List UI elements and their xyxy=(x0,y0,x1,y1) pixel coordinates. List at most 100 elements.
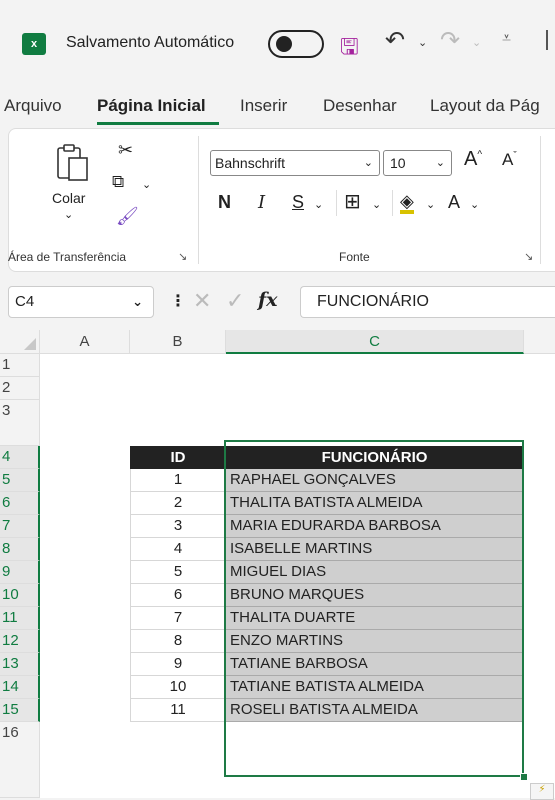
fill-handle[interactable] xyxy=(520,773,528,781)
customize-toolbar-icon[interactable]: ⩡ xyxy=(502,30,511,48)
table-cell-funcionario[interactable]: MARIA EDURARDA BARBOSA xyxy=(226,515,523,538)
table-cell-id[interactable]: 10 xyxy=(130,676,226,699)
table-cell-funcionario[interactable]: THALITA DUARTE xyxy=(226,607,523,630)
paste-button-label[interactable]: Colar xyxy=(52,190,85,206)
italic-button[interactable]: I xyxy=(258,192,265,213)
undo-dropdown-icon[interactable]: ⌄ xyxy=(418,36,427,49)
fill-color-icon[interactable]: ◈ xyxy=(400,192,414,214)
column-header-d[interactable] xyxy=(524,330,555,354)
table-cell-id[interactable]: 11 xyxy=(130,699,226,722)
divider xyxy=(392,190,393,216)
table-cell-id[interactable]: 5 xyxy=(130,561,226,584)
row-header-14[interactable]: 14 xyxy=(0,676,40,699)
copy-icon[interactable]: ⧉ xyxy=(112,172,124,192)
underline-dropdown-icon[interactable]: ⌄ xyxy=(314,198,323,211)
insert-function-icon[interactable]: fx xyxy=(258,289,278,311)
table-header-id[interactable]: ID xyxy=(130,446,226,469)
paste-dropdown-icon[interactable]: ⌄ xyxy=(64,208,73,221)
font-group-label: Fonte xyxy=(339,250,370,264)
table-cell-funcionario[interactable]: TATIANE BATISTA ALMEIDA xyxy=(226,676,523,699)
formula-input[interactable]: FUNCIONÁRIO xyxy=(300,286,555,318)
row-header-6[interactable]: 6 xyxy=(0,492,40,515)
underline-button[interactable]: S xyxy=(292,192,304,213)
enter-icon[interactable]: ✓ xyxy=(226,288,244,314)
row-header-5[interactable]: 5 xyxy=(0,469,40,492)
menu-bar: Arquivo Página Inicial Inserir Desenhar … xyxy=(0,88,555,124)
name-box-value: C4 xyxy=(15,293,35,310)
column-header-c[interactable]: C xyxy=(226,330,524,354)
bold-button[interactable]: N xyxy=(218,192,231,213)
borders-icon[interactable]: ⊞ xyxy=(344,189,361,214)
table-cell-id[interactable]: 1 xyxy=(130,469,226,492)
table-cell-funcionario[interactable]: ENZO MARTINS xyxy=(226,630,523,653)
row-header-16[interactable]: 16 xyxy=(0,722,40,798)
toggle-knob xyxy=(276,36,292,52)
row-header-10[interactable]: 10 xyxy=(0,584,40,607)
undo-icon[interactable]: ↶ xyxy=(385,26,405,55)
chevron-down-icon: ⌄ xyxy=(435,157,445,169)
column-header-a[interactable]: A xyxy=(40,330,130,354)
table-cell-funcionario[interactable]: ROSELI BATISTA ALMEIDA xyxy=(226,699,523,722)
quick-analysis-icon[interactable]: ⚡ xyxy=(530,783,554,800)
font-size-select[interactable]: 10 ⌄ xyxy=(383,150,452,176)
table-cell-id[interactable]: 8 xyxy=(130,630,226,653)
row-header-1[interactable]: 1 xyxy=(0,354,40,377)
font-color-dropdown-icon[interactable]: ⌄ xyxy=(470,198,479,211)
row-header-12[interactable]: 12 xyxy=(0,630,40,653)
redo-dropdown-icon[interactable]: ⌄ xyxy=(472,36,481,49)
table-cell-id[interactable]: 9 xyxy=(130,653,226,676)
row-header-13[interactable]: 13 xyxy=(0,653,40,676)
save-icon[interactable]: 🖫 xyxy=(340,30,359,68)
format-painter-icon[interactable]: 🖌 xyxy=(116,206,139,227)
table-cell-funcionario[interactable]: THALITA BATISTA ALMEIDA xyxy=(226,492,523,515)
more-options-icon[interactable]: ⋮ xyxy=(170,291,186,311)
tab-desenhar[interactable]: Desenhar xyxy=(323,96,397,116)
table-header-funcionario[interactable]: FUNCIONÁRIO xyxy=(226,446,523,469)
row-header-15[interactable]: 15 xyxy=(0,699,40,722)
font-launcher-icon[interactable]: ↘ xyxy=(524,250,533,263)
row-header-8[interactable]: 8 xyxy=(0,538,40,561)
toolbar-edge xyxy=(546,30,548,50)
table-cell-id[interactable]: 2 xyxy=(130,492,226,515)
group-separator xyxy=(198,136,199,264)
row-header-11[interactable]: 11 xyxy=(0,607,40,630)
row-header-3[interactable]: 3 xyxy=(0,400,40,446)
table-cell-funcionario[interactable]: MIGUEL DIAS xyxy=(226,561,523,584)
grow-font-icon[interactable]: A^ xyxy=(464,148,482,171)
tab-inserir[interactable]: Inserir xyxy=(240,96,287,116)
font-name-select[interactable]: Bahnschrift ⌄ xyxy=(210,150,380,176)
table-cell-id[interactable]: 6 xyxy=(130,584,226,607)
clipboard-group-label: Área de Transferência xyxy=(8,250,127,264)
table-cell-id[interactable]: 7 xyxy=(130,607,226,630)
clipboard-launcher-icon[interactable]: ↘ xyxy=(178,250,187,263)
font-color-button[interactable]: A xyxy=(448,192,460,213)
tab-layout-da-pagina[interactable]: Layout da Pág xyxy=(430,96,540,116)
autosave-toggle[interactable] xyxy=(268,30,324,58)
fill-color-dropdown-icon[interactable]: ⌄ xyxy=(426,198,435,211)
redo-icon[interactable]: ↷ xyxy=(440,26,460,55)
select-all-icon xyxy=(24,338,36,350)
paste-icon[interactable] xyxy=(55,142,89,182)
row-header-9[interactable]: 9 xyxy=(0,561,40,584)
cut-icon[interactable]: ✂ xyxy=(118,140,133,161)
table-cell-funcionario[interactable]: RAPHAEL GONÇALVES xyxy=(226,469,523,492)
cancel-icon[interactable]: ✕ xyxy=(193,288,211,314)
autosave-label: Salvamento Automático xyxy=(66,34,235,51)
column-header-b[interactable]: B xyxy=(130,330,226,354)
table-cell-funcionario[interactable]: ISABELLE MARTINS xyxy=(226,538,523,561)
row-header-2[interactable]: 2 xyxy=(0,377,40,400)
row-header-7[interactable]: 7 xyxy=(0,515,40,538)
copy-dropdown-icon[interactable]: ⌄ xyxy=(142,178,151,191)
excel-icon: x xyxy=(22,33,46,55)
table-cell-id[interactable]: 3 xyxy=(130,515,226,538)
table-cell-funcionario[interactable]: BRUNO MARQUES xyxy=(226,584,523,607)
tab-pagina-inicial[interactable]: Página Inicial xyxy=(97,96,206,116)
shrink-font-icon[interactable]: Aˇ xyxy=(502,150,517,170)
table-cell-funcionario[interactable]: TATIANE BARBOSA xyxy=(226,653,523,676)
tab-arquivo[interactable]: Arquivo xyxy=(4,96,62,116)
active-tab-indicator xyxy=(97,122,219,125)
table-cell-id[interactable]: 4 xyxy=(130,538,226,561)
name-box[interactable]: C4 ⌄ xyxy=(8,286,154,318)
row-header-4[interactable]: 4 xyxy=(0,446,40,469)
borders-dropdown-icon[interactable]: ⌄ xyxy=(372,198,381,211)
